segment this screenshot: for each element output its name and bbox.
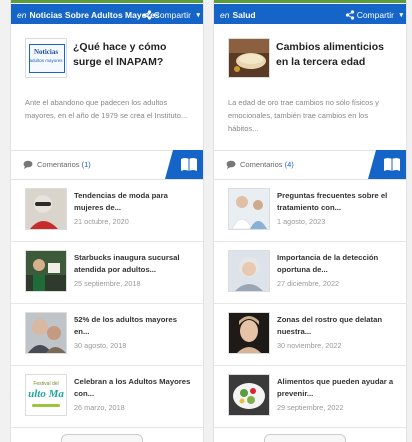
thumb-festival-text: Festival del [33, 381, 59, 387]
thumb-logo-text: Noticias [33, 48, 59, 56]
article-date: 30 noviembre, 2022 [277, 341, 342, 350]
share-icon [345, 10, 355, 20]
article-date: 30 agosto, 2018 [74, 341, 127, 350]
list-item[interactable]: Importancia de la detección oportuna de.… [214, 242, 406, 304]
top-accent-line [214, 0, 406, 3]
article-date: 29 septiembre, 2022 [277, 403, 344, 412]
article-thumbnail[interactable] [228, 312, 270, 354]
thumb-logo-subtext: adultos mayores [29, 58, 63, 63]
article-date: 21 octubre, 2020 [74, 217, 129, 226]
article-title[interactable]: 52% de los adultos mayores en... [74, 314, 194, 338]
featured-article[interactable]: Noticias adultos mayores ¿Qué hace y cóm… [11, 28, 203, 148]
article-date: 26 marzo, 2018 [74, 403, 125, 412]
book-icon[interactable] [165, 150, 204, 179]
share-label: Compartir [153, 10, 191, 20]
article-thumbnail[interactable] [25, 312, 67, 354]
section-header: en Noticias Sobre Adultos Mayores Compart… [11, 4, 203, 24]
article-thumbnail[interactable] [228, 188, 270, 230]
list-item[interactable]: 52% de los adultos mayores en... 30 agos… [11, 304, 203, 366]
comment-icon [226, 160, 236, 169]
section-header: en Salud Compartir ▾ [214, 4, 406, 24]
article-title[interactable]: Tendencias de moda para mujeres de... [74, 190, 194, 214]
top-accent-line [11, 0, 203, 3]
article-title[interactable]: Preguntas frecuentes sobre el tratamient… [277, 190, 397, 214]
list-item[interactable]: Festival del ulto Ma Celebran a los Adul… [11, 366, 203, 428]
list-item[interactable]: Starbucks inaugura sucursal atendida por… [11, 242, 203, 304]
section-title[interactable]: en Salud [220, 10, 256, 20]
article-thumbnail[interactable]: Festival del ulto Ma [25, 374, 67, 416]
share-button[interactable]: Compartir [345, 10, 394, 20]
comments-label: Comentarios [240, 160, 283, 169]
featured-title[interactable]: Cambios alimenticios en la tercera edad [276, 40, 398, 70]
load-more-button[interactable] [264, 434, 346, 442]
comments-count: (4) [284, 160, 294, 169]
article-title[interactable]: Zonas del rostro que delatan nuestra... [277, 314, 397, 338]
article-date: 1 agosto, 2023 [277, 217, 326, 226]
comments-link[interactable]: Comentarios (4) [240, 160, 294, 169]
article-date: 27 diciembre, 2022 [277, 279, 340, 288]
featured-description: La edad de oro trae cambios no sólo físi… [228, 98, 379, 133]
section-name: Salud [232, 10, 256, 20]
list-item[interactable]: Alimentos que pueden ayudar a prevenir..… [214, 366, 406, 428]
article-date: 25 septiembre, 2018 [74, 279, 141, 288]
section-prefix: en [220, 10, 230, 20]
comment-icon [23, 160, 33, 169]
featured-thumbnail[interactable]: Noticias adultos mayores [25, 38, 67, 78]
featured-title[interactable]: ¿Qué hace y cómo surge el INAPAM? [73, 40, 195, 70]
chevron-down-icon[interactable]: ▾ [196, 11, 200, 19]
article-title[interactable]: Celebran a los Adultos Mayores con... [74, 376, 194, 400]
article-title[interactable]: Starbucks inaugura sucursal atendida por… [74, 252, 194, 276]
list-item[interactable]: Zonas del rostro que delatan nuestra... … [214, 304, 406, 366]
featured-article[interactable]: Cambios alimenticios en la tercera edad … [214, 28, 406, 148]
chevron-down-icon[interactable]: ▾ [399, 11, 403, 19]
section-title[interactable]: en Noticias Sobre Adultos Mayores [17, 10, 160, 20]
list-item[interactable]: Tendencias de moda para mujeres de... 21… [11, 180, 203, 242]
featured-thumbnail[interactable] [228, 38, 270, 78]
featured-description: Ante el abandono que padecen los adultos… [25, 98, 188, 120]
article-thumbnail[interactable] [25, 250, 67, 292]
section-name: Noticias Sobre Adultos Mayores [29, 10, 160, 20]
article-list: Preguntas frecuentes sobre el tratamient… [214, 180, 406, 428]
load-more-button[interactable] [61, 434, 143, 442]
article-title[interactable]: Alimentos que pueden ayudar a prevenir..… [277, 376, 397, 400]
article-thumbnail[interactable] [228, 250, 270, 292]
share-icon [142, 10, 152, 20]
section-prefix: en [17, 10, 27, 20]
comments-count: (1) [81, 160, 91, 169]
list-item[interactable]: Preguntas frecuentes sobre el tratamient… [214, 180, 406, 242]
comments-bar: Comentarios (1) [11, 150, 203, 180]
comments-bar: Comentarios (4) [214, 150, 406, 180]
adultos-mayores-column: en Noticias Sobre Adultos Mayores Compart… [10, 0, 204, 442]
article-list: Tendencias de moda para mujeres de... 21… [11, 180, 203, 428]
share-label: Compartir [356, 10, 394, 20]
article-thumbnail[interactable] [228, 374, 270, 416]
thumb-festival-word: ulto Ma [28, 388, 64, 400]
article-title[interactable]: Importancia de la detección oportuna de.… [277, 252, 397, 276]
salud-column: en Salud Compartir ▾ Cambios alimenticios… [213, 0, 407, 442]
book-icon[interactable] [368, 150, 407, 179]
share-button[interactable]: Compartir [142, 10, 191, 20]
article-thumbnail[interactable] [25, 188, 67, 230]
comments-label: Comentarios [37, 160, 80, 169]
comments-link[interactable]: Comentarios (1) [37, 160, 91, 169]
